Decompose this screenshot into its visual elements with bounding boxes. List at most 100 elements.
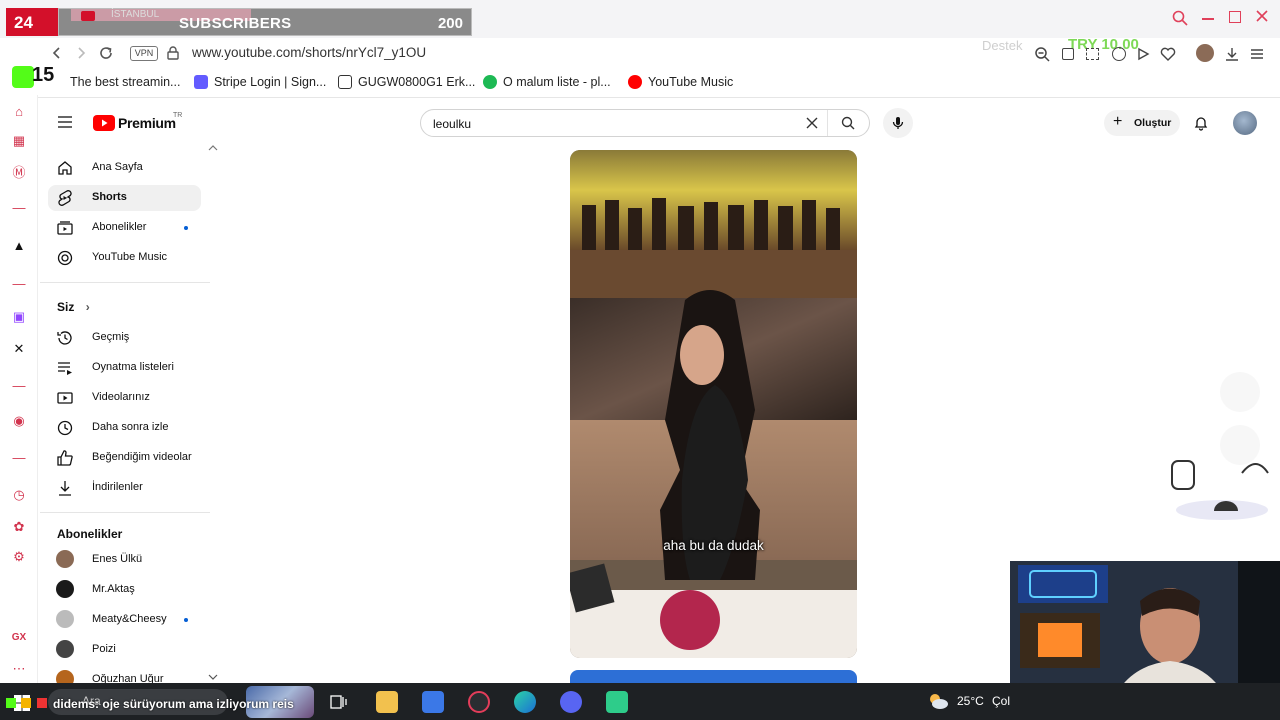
stripe-icon (194, 75, 208, 89)
gx-icon[interactable]: GX (9, 627, 29, 647)
lock-icon[interactable] (167, 46, 179, 60)
chat-message: : oje sürüyorum ama izliyorum reis (95, 697, 294, 711)
task-view-icon[interactable] (330, 693, 348, 711)
settings-icon[interactable]: ⚙ (9, 547, 29, 567)
extensions-icon[interactable]: ✿ (9, 517, 29, 537)
profile-avatar[interactable] (1196, 44, 1214, 62)
sidebar-scroll-down-icon[interactable] (208, 673, 218, 681)
file-explorer-icon[interactable] (376, 691, 398, 713)
nav-downloads[interactable]: İndirilenler (48, 475, 201, 501)
watch-later-icon (56, 419, 74, 437)
download-icon[interactable] (1224, 46, 1240, 62)
snapshot-icon[interactable] (1086, 48, 1099, 60)
nav-label: Mr.Aktaş (92, 583, 135, 595)
voice-search-icon[interactable] (883, 108, 913, 138)
nav-playlists[interactable]: Oynatma listeleri (48, 355, 201, 381)
url-field[interactable]: www.youtube.com/shorts/nrYcl7_y1OU (192, 45, 426, 60)
subscription-channel[interactable]: Meaty&Cheesy (48, 607, 201, 633)
separator-icon: — (12, 199, 26, 215)
chevron-right-icon: › (85, 300, 90, 314)
edge-icon[interactable] (514, 691, 536, 713)
search-icon[interactable] (841, 116, 855, 130)
discord-icon[interactable] (560, 691, 582, 713)
separator-icon: — (12, 275, 26, 291)
close-button[interactable] (1254, 8, 1270, 24)
nav-history[interactable]: Geçmiş (48, 325, 201, 351)
app-icon[interactable] (606, 691, 628, 713)
store-icon[interactable] (422, 691, 444, 713)
nav-your-videos[interactable]: Videolarınız (48, 385, 201, 411)
sidebar-divider (40, 282, 210, 283)
player-icon[interactable]: ◉ (9, 411, 29, 431)
nav-shorts[interactable]: Shorts (48, 185, 201, 211)
chat-kick-badge (6, 698, 16, 708)
shorts-icon (56, 189, 74, 207)
hamburger-menu-icon[interactable] (58, 116, 72, 128)
vpn-badge[interactable]: VPN (130, 46, 158, 61)
pin-icon[interactable] (1062, 48, 1074, 60)
donation-amount: TRY 10.00 (1068, 36, 1139, 53)
subscription-channel[interactable]: Poizi (48, 637, 201, 663)
maximize-button[interactable] (1229, 11, 1241, 23)
shorts-video-player[interactable]: aha bu da dudak (570, 150, 857, 658)
search-input[interactable]: leoulku (433, 117, 471, 131)
app-icon[interactable]: ▲ (9, 235, 29, 255)
weather-temperature: 25°C (957, 694, 984, 708)
back-button[interactable] (50, 46, 64, 60)
video-frame (570, 150, 857, 658)
next-short-preview[interactable] (570, 670, 857, 683)
heart-icon[interactable] (1160, 46, 1176, 62)
nav-watch-later[interactable]: Daha sonra izle (48, 415, 201, 441)
bookmark-item[interactable]: GUGW0800G1 Erk... (338, 75, 475, 89)
nav-label: Enes Ülkü (92, 553, 143, 565)
separator-icon: — (12, 377, 26, 393)
x-icon[interactable]: ✕ (9, 339, 29, 359)
nav-label: Meaty&Cheesy (92, 613, 167, 625)
subscription-channel[interactable]: Mr.Aktaş (48, 577, 201, 603)
opera-gx-icon[interactable] (468, 691, 490, 713)
notifications-icon[interactable] (1194, 115, 1208, 131)
new-content-dot (184, 618, 188, 622)
reload-button[interactable] (98, 45, 114, 61)
you-section-label: Siz (57, 300, 75, 314)
bookmark-item[interactable]: Stripe Login | Sign... (194, 75, 326, 89)
you-section-header[interactable]: Siz › (57, 300, 90, 314)
shopping-icon[interactable]: ⌂ (9, 101, 29, 121)
history-icon[interactable]: ◷ (9, 485, 29, 505)
nav-subscriptions[interactable]: Abonelikler (48, 215, 201, 241)
nav-youtube-music[interactable]: YouTube Music (48, 245, 201, 271)
address-bar: VPN www.youtube.com/shorts/nrYcl7_y1OU D… (38, 36, 1280, 70)
like-button[interactable] (1220, 372, 1260, 412)
wallet-icon[interactable]: ▦ (9, 131, 29, 151)
mail-icon[interactable]: Ⓜ (9, 161, 29, 181)
more-icon[interactable]: ⋯ (9, 659, 29, 679)
account-avatar[interactable] (1233, 111, 1257, 135)
nav-label: Poizi (92, 643, 116, 655)
zoom-icon[interactable] (1034, 46, 1050, 62)
liked-icon (56, 449, 74, 467)
block-icon[interactable] (1112, 47, 1126, 61)
play-icon[interactable] (1136, 47, 1150, 61)
twitch-icon[interactable]: ▣ (9, 307, 29, 327)
clear-search-icon[interactable] (805, 116, 819, 130)
create-button[interactable]: + Oluştur (1104, 110, 1180, 136)
nav-label: Oğuzhan Uğur (92, 673, 164, 683)
bookmark-item[interactable]: The best streamin... (70, 75, 180, 89)
nav-home[interactable]: Ana Sayfa (48, 155, 201, 181)
search-box[interactable]: leoulku (420, 109, 870, 137)
bookmark-item[interactable]: O malum liste - pl... (483, 75, 611, 89)
nav-liked-videos[interactable]: Beğendiğim videolar (48, 445, 201, 471)
home-icon (56, 159, 74, 177)
minimize-button[interactable] (1202, 18, 1214, 20)
easy-setup-icon[interactable] (1250, 47, 1264, 61)
sidebar-scroll-up-icon[interactable] (208, 144, 218, 152)
site-icon (338, 75, 352, 89)
subscription-channel[interactable]: Enes Ülkü (48, 547, 201, 573)
chat-username: didems (53, 697, 96, 711)
subscription-channel[interactable]: Oğuzhan Uğur (48, 667, 201, 683)
bookmark-item[interactable]: YouTube Music (628, 75, 733, 89)
search-tabs-icon[interactable] (1172, 10, 1188, 26)
forward-button[interactable] (74, 46, 88, 60)
bookmark-text: The best streamin... (70, 75, 181, 89)
spotify-icon (483, 75, 497, 89)
